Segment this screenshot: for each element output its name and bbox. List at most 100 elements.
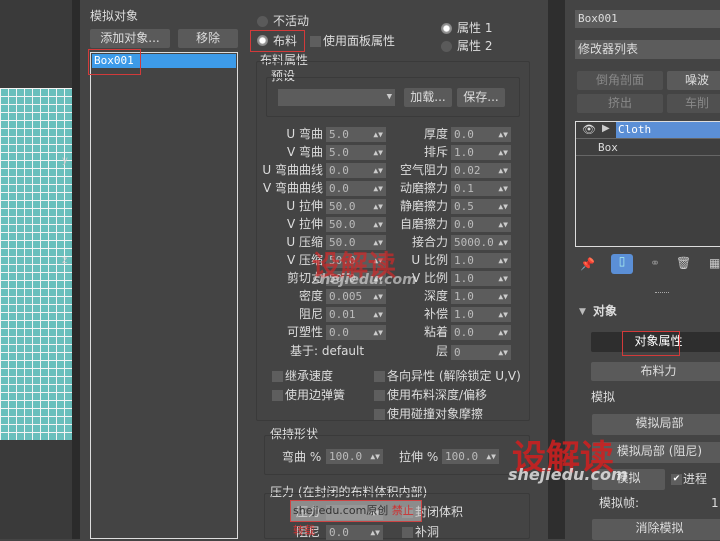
preset-dropdown[interactable]: ▼ [278, 89, 395, 106]
right-param-spinner[interactable]: 0.1 ▲▼ [451, 181, 511, 196]
pressure-damping-spinner[interactable]: 0.0 ▲▼ [326, 525, 383, 540]
left-param-label: U 弯曲曲线 [262, 163, 323, 177]
mod-button-bevel-profile[interactable]: 倒角剖面 [577, 71, 663, 90]
right-param-label: 补偿 [423, 307, 448, 321]
right-param-spinner[interactable]: 0.0 ▲▼ [451, 217, 511, 232]
inactive-label: 不活动 [273, 14, 310, 28]
expand-arrow-icon[interactable]: ▶ [602, 123, 610, 134]
prop2-radio[interactable] [441, 41, 452, 52]
left-param-spinner[interactable]: 0.0 ▲▼ [326, 181, 386, 196]
left-param-spinner[interactable]: 5.0 ▲▼ [326, 127, 386, 142]
right-param-label: U 比例 [411, 253, 448, 267]
configure-sets-icon[interactable]: ▦ [709, 256, 720, 270]
spinner-arrows-icon[interactable]: ▲▼ [498, 325, 508, 340]
collapse-arrow-icon[interactable]: ▼ [579, 307, 586, 317]
spinner-arrows-icon[interactable]: ▲▼ [498, 163, 508, 178]
right-param-label: 自磨擦力 [399, 217, 448, 231]
keep-bend-spinner[interactable]: 100.0 ▲▼ [326, 449, 383, 464]
eye-icon[interactable]: 👁 [582, 123, 596, 136]
keep-stretch-spinner[interactable]: 100.0 ▲▼ [442, 449, 499, 464]
spinner-arrows-icon[interactable]: ▲▼ [498, 145, 508, 160]
save-preset-button[interactable]: 保存... [457, 88, 505, 107]
show-end-result-icon[interactable]: ▯ [611, 254, 633, 274]
prop2-label: 属性 2 [457, 39, 493, 53]
use-panel-props-checkbox[interactable] [310, 36, 321, 47]
axis-y-label: y [62, 155, 68, 166]
anisotropic-checkbox[interactable] [374, 371, 385, 382]
left-param-label: U 拉伸 [286, 199, 323, 213]
right-param-spinner[interactable]: 1.0 ▲▼ [451, 289, 511, 304]
mod-button-lathe[interactable]: 车削 [667, 94, 720, 113]
left-param-label: V 弯曲 [286, 145, 323, 159]
left-param-label: U 压缩 [286, 235, 323, 249]
add-object-button[interactable]: 添加对象... [90, 29, 170, 48]
cap-holes-label: 补洞 [415, 525, 440, 539]
left-param-spinner[interactable]: 50.0 ▲▼ [326, 217, 386, 232]
left-param-spinner[interactable]: 50.0 ▲▼ [326, 271, 386, 286]
cap-holes-checkbox[interactable] [402, 527, 413, 538]
spinner-arrows-icon[interactable]: ▲▼ [498, 271, 508, 286]
mod-button-extrude[interactable]: 挤出 [577, 94, 663, 113]
spinner-arrows-icon[interactable]: ▲▼ [498, 127, 508, 142]
sim-object-list[interactable]: Box001 [90, 52, 238, 539]
simulate-local-damped-button[interactable]: 模拟局部 (阻尼) [592, 442, 720, 463]
spinner-arrows-icon[interactable]: ▲▼ [498, 289, 508, 304]
right-param-spinner[interactable]: 0.5 ▲▼ [451, 199, 511, 214]
simulate-local-button[interactable]: 模拟局部 [592, 414, 720, 435]
pressure-spinner[interactable]: ▲▼ [326, 505, 383, 520]
stack-item-box[interactable]: Box [576, 139, 720, 156]
right-param-spinner[interactable]: 1.0 ▲▼ [451, 271, 511, 286]
divider [72, 0, 80, 539]
spinner-arrows-icon[interactable]: ▲▼ [498, 217, 508, 232]
simulate-button[interactable]: 模拟 [592, 469, 665, 490]
inactive-radio[interactable] [257, 16, 268, 27]
spinner-arrows-icon[interactable]: ▲▼ [498, 199, 508, 214]
spinner-arrows-icon[interactable]: ▲▼ [498, 307, 508, 322]
left-param-spinner[interactable]: 5.0 ▲▼ [326, 145, 386, 160]
erase-simulation-button[interactable]: 消除模拟 [592, 519, 720, 540]
inherit-velocity-checkbox[interactable] [272, 371, 283, 382]
load-preset-button[interactable]: 加载... [404, 88, 452, 107]
spinner-arrows-icon[interactable]: ▲▼ [498, 181, 508, 196]
layer-spinner[interactable]: 0 ▲▼ [451, 345, 511, 360]
prop1-radio[interactable] [441, 23, 452, 34]
spinner-arrows-icon[interactable]: ▲▼ [498, 253, 508, 268]
scrollbar[interactable] [548, 0, 565, 539]
stack-item-cloth[interactable]: 👁 ▶ Cloth [576, 122, 720, 139]
right-param-spinner[interactable]: 1.0 ▲▼ [451, 307, 511, 322]
right-param-spinner[interactable]: 0.02 ▲▼ [451, 163, 511, 178]
left-param-spinner[interactable]: 50.0 ▲▼ [326, 253, 386, 268]
pin-stack-icon[interactable]: 📌 [580, 257, 595, 271]
progress-checkbox[interactable]: ✔ [671, 474, 682, 485]
trash-icon[interactable]: 🗑 [676, 256, 691, 270]
use-edge-springs-checkbox[interactable] [272, 390, 283, 401]
left-param-spinner[interactable]: 0.0 ▲▼ [326, 325, 386, 340]
use-collision-friction-checkbox[interactable] [374, 409, 385, 420]
highlight-box [250, 30, 305, 52]
modifier-stack[interactable]: 👁 ▶ Cloth Box [575, 121, 720, 247]
inherit-velocity-label: 继承速度 [285, 369, 334, 383]
modifier-list-dropdown[interactable]: 修改器列表 [575, 40, 720, 59]
left-param-spinner[interactable]: 0.005 ▲▼ [326, 289, 386, 304]
mod-button-noise[interactable]: 噪波 [667, 71, 720, 90]
right-param-spinner[interactable]: 5000.0 ▲▼ [451, 235, 511, 250]
right-param-spinner[interactable]: 1.0 ▲▼ [451, 253, 511, 268]
enclosed-volume-checkbox[interactable] [402, 507, 413, 518]
sim-objects-title: 模拟对象 [90, 9, 139, 23]
object-section-title[interactable]: 对象 [593, 303, 617, 319]
right-param-spinner[interactable]: 0.0 ▲▼ [451, 325, 511, 340]
left-param-label: 剪切力 [286, 271, 323, 285]
spinner-arrows-icon[interactable]: ▲▼ [498, 235, 508, 250]
use-cloth-depth-checkbox[interactable] [374, 390, 385, 401]
cloth-forces-button[interactable]: 布料力 [591, 362, 720, 381]
right-param-spinner[interactable]: 1.0 ▲▼ [451, 145, 511, 160]
based-on-label: 基于: default [290, 344, 365, 358]
right-param-spinner[interactable]: 0.0 ▲▼ [451, 127, 511, 142]
remove-button[interactable]: 移除 [178, 29, 238, 48]
left-param-spinner[interactable]: 50.0 ▲▼ [326, 235, 386, 250]
object-name-field[interactable]: Box001 [575, 10, 720, 28]
left-param-spinner[interactable]: 0.0 ▲▼ [326, 163, 386, 178]
left-param-spinner[interactable]: 0.01 ▲▼ [326, 307, 386, 322]
make-unique-icon[interactable]: ⚭ [650, 256, 660, 270]
left-param-spinner[interactable]: 50.0 ▲▼ [326, 199, 386, 214]
